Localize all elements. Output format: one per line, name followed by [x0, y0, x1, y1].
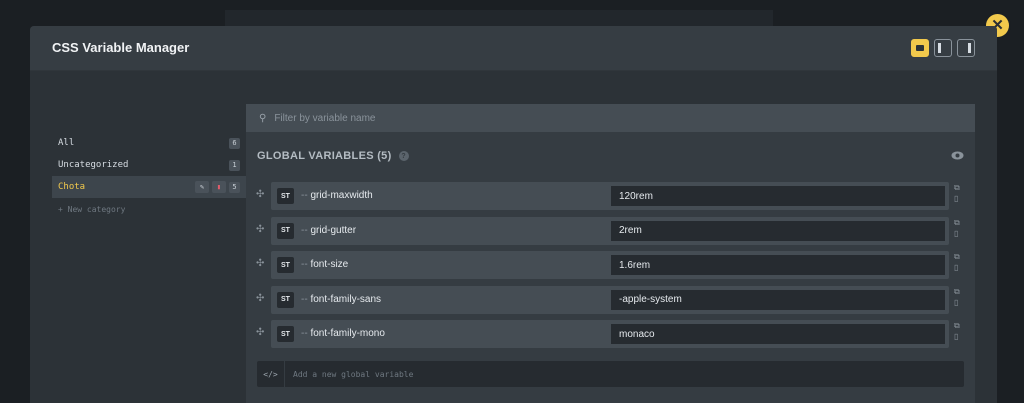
copy-icon[interactable]: ⧉ [954, 218, 960, 227]
modal-header: CSS Variable Manager [30, 26, 997, 71]
type-badge: ST [277, 326, 294, 342]
css-variable-manager-modal: CSS Variable Manager All 6 Uncategorized… [30, 26, 997, 403]
layout-right-button[interactable] [957, 39, 975, 57]
eye-icon[interactable] [951, 151, 964, 160]
variable-name-text: font-family-mono [310, 328, 385, 339]
copy-icon[interactable]: ⧉ [954, 184, 960, 192]
variable-row: ✣ ST -- grid-maxwidth ⧉ ▯ [246, 180, 975, 215]
variable-value-input[interactable] [611, 255, 945, 275]
drag-handle-icon[interactable]: ✣ [256, 293, 264, 304]
copy-icon[interactable]: ⧉ [954, 253, 960, 261]
row-actions: ⧉ ▯ [954, 184, 960, 203]
variable-prefix: -- [301, 190, 308, 201]
variable-name-text: font-family-sans [310, 293, 382, 305]
layout-left-icon [938, 43, 941, 53]
category-count: 1 [229, 159, 240, 171]
variable-value-input[interactable] [611, 220, 945, 241]
variable-name: -- font-family-mono [301, 328, 385, 339]
trash-icon[interactable]: ▯ [954, 298, 960, 307]
row-actions: ⧉ ▯ [954, 218, 960, 238]
drag-handle-icon[interactable]: ✣ [256, 189, 264, 200]
category-count: 5 [229, 181, 240, 193]
copy-icon[interactable]: ⧉ [954, 287, 960, 296]
variable-row: ✣ ST -- font-family-mono ⧉ ▯ [246, 318, 975, 353]
variable-prefix: -- [301, 224, 308, 236]
trash-icon[interactable]: ▯ [954, 229, 960, 238]
delete-category-button[interactable]: ▮ [212, 181, 226, 193]
code-icon: </> [257, 361, 285, 387]
variable-box: ST -- font-family-mono [271, 320, 949, 348]
row-actions: ⧉ ▯ [954, 253, 960, 272]
trash-icon[interactable]: ▯ [954, 195, 960, 203]
variable-row: ✣ ST -- font-family-sans ⧉ ▯ [246, 284, 975, 319]
modal-title: CSS Variable Manager [52, 40, 190, 55]
category-all[interactable]: All 6 [52, 132, 246, 154]
drag-handle-icon[interactable]: ✣ [256, 224, 264, 235]
add-variable-row: </> [257, 361, 964, 387]
filter-bar: ⚲ [246, 104, 975, 132]
variables-panel: ⚲ GLOBAL VARIABLES (5) ? ✣ ST -- grid-ma… [246, 104, 975, 403]
type-badge: ST [277, 257, 294, 273]
search-icon: ⚲ [259, 112, 267, 124]
variable-prefix: -- [301, 328, 308, 339]
type-badge: ST [277, 188, 294, 204]
drag-handle-icon[interactable]: ✣ [256, 258, 264, 269]
filter-input[interactable] [274, 112, 875, 124]
layout-right-icon [968, 43, 971, 53]
variable-name: -- font-family-sans [301, 294, 381, 305]
trash-icon: ▮ [216, 183, 222, 191]
variable-prefix: -- [301, 293, 308, 305]
trash-icon[interactable]: ▯ [954, 333, 960, 341]
category-label: All [58, 138, 75, 148]
pencil-icon: ✎ [199, 183, 205, 191]
layout-full-button[interactable] [911, 39, 929, 57]
category-label: Chota [58, 182, 86, 192]
category-sidebar: All 6 Uncategorized 1 Chota ✎ ▮ 5 + New … [52, 132, 246, 220]
edit-category-button[interactable]: ✎ [195, 181, 209, 193]
type-badge: ST [277, 291, 294, 308]
variable-box: ST -- grid-maxwidth [271, 182, 949, 210]
section-title: GLOBAL VARIABLES (5) [257, 150, 392, 162]
variable-value-input[interactable] [611, 324, 945, 344]
variable-value-input[interactable] [611, 186, 945, 206]
variable-name-text: font-size [310, 259, 349, 270]
drag-handle-icon[interactable]: ✣ [256, 327, 264, 338]
category-uncategorized[interactable]: Uncategorized 1 [52, 154, 246, 176]
variable-name: -- grid-gutter [301, 225, 356, 236]
new-category-button[interactable]: + New category [52, 198, 246, 220]
type-badge: ST [277, 222, 294, 239]
variable-name: -- grid-maxwidth [301, 190, 373, 201]
layout-toggles [911, 39, 975, 57]
row-actions: ⧉ ▯ [954, 322, 960, 341]
variable-box: ST -- font-family-sans [271, 285, 949, 314]
layout-left-button[interactable] [934, 39, 952, 57]
category-label: Uncategorized [58, 160, 129, 170]
category-chota[interactable]: Chota ✎ ▮ 5 [52, 176, 246, 198]
variable-box: ST -- font-size [271, 251, 949, 279]
variable-name: -- font-size [301, 259, 348, 270]
variable-value-input[interactable] [611, 289, 945, 310]
variable-row: ✣ ST -- font-size ⧉ ▯ [246, 249, 975, 284]
row-actions: ⧉ ▯ [954, 287, 960, 307]
add-variable-input[interactable] [285, 369, 964, 379]
variable-name-text: grid-maxwidth [310, 190, 373, 201]
copy-icon[interactable]: ⧉ [954, 322, 960, 330]
variable-prefix: -- [301, 259, 308, 270]
help-icon[interactable]: ? [398, 151, 409, 161]
variable-name-text: grid-gutter [310, 224, 357, 236]
variable-box: ST -- grid-gutter [271, 216, 949, 245]
section-header: GLOBAL VARIABLES (5) ? [246, 132, 975, 180]
category-count: 6 [229, 137, 240, 149]
layout-full-icon [916, 45, 924, 51]
variable-row: ✣ ST -- grid-gutter ⧉ ▯ [246, 215, 975, 250]
trash-icon[interactable]: ▯ [954, 264, 960, 272]
